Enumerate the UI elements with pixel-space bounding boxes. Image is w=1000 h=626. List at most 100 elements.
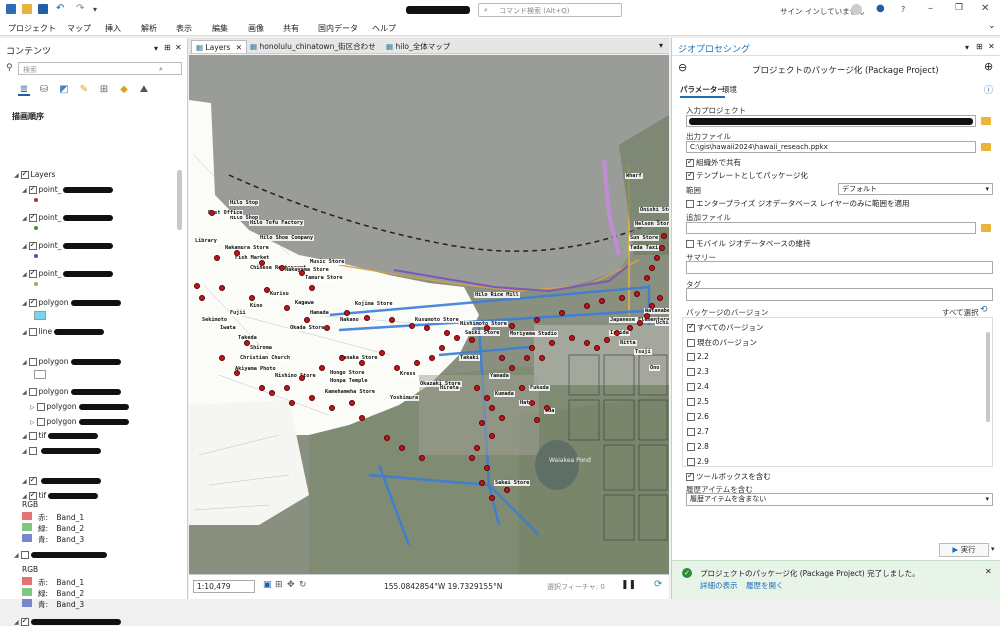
map-point-marker[interactable] <box>284 305 290 311</box>
map-point-marker[interactable] <box>649 265 655 271</box>
version-checkbox[interactable]: すべてのバージョン <box>687 322 764 333</box>
band-color-swatch[interactable] <box>22 577 32 585</box>
redo-icon[interactable]: ↷ <box>76 3 84 14</box>
map-point-marker[interactable] <box>199 295 205 301</box>
map-point-marker[interactable] <box>484 395 490 401</box>
map-point-marker[interactable] <box>324 325 330 331</box>
map-point-marker[interactable] <box>479 420 485 426</box>
rotate-icon[interactable]: ↻ <box>299 580 307 590</box>
checkbox[interactable] <box>687 443 695 451</box>
contents-scrollbar[interactable] <box>177 170 182 230</box>
map-point-marker[interactable] <box>479 480 485 486</box>
version-checkbox[interactable]: 2.4 <box>687 382 709 391</box>
tags-field[interactable] <box>686 288 993 301</box>
selection-icon[interactable]: ◩ <box>58 84 70 96</box>
layer-visibility-checkbox[interactable] <box>28 490 37 500</box>
map-point-marker[interactable] <box>279 265 285 271</box>
close-pane-icon[interactable]: ✕ <box>175 43 182 52</box>
layer-row[interactable]: ◢ tif <box>22 431 99 440</box>
layer-row[interactable]: ▷ polygon <box>30 417 129 426</box>
menu-share[interactable]: 共有 <box>283 23 299 34</box>
map-point-marker[interactable] <box>489 495 495 501</box>
map-point-marker[interactable] <box>499 415 505 421</box>
help-icon[interactable]: ? <box>901 5 905 14</box>
layer-row[interactable]: ◢ point_ <box>22 268 114 278</box>
map-point-marker[interactable] <box>289 400 295 406</box>
extent-select[interactable]: デフォルト ▾ <box>838 183 993 195</box>
run-button[interactable]: ▶ 実行 <box>939 543 989 557</box>
map-point-marker[interactable] <box>659 245 665 251</box>
version-checkbox[interactable]: 2.8 <box>687 442 709 451</box>
pin-icon[interactable]: ⊞ <box>164 43 171 52</box>
map-point-marker[interactable] <box>284 385 290 391</box>
version-checkbox[interactable]: 2.7 <box>687 427 709 436</box>
browse-folder-icon[interactable] <box>981 117 991 125</box>
band-color-swatch[interactable] <box>22 512 32 520</box>
map-point-marker[interactable] <box>544 405 550 411</box>
contents-search-input[interactable]: 検索 ⌕ <box>18 62 182 75</box>
perspective-icon[interactable]: ⛰ <box>138 84 150 96</box>
layer-row[interactable]: ◢ point_ <box>22 212 114 222</box>
map-point-marker[interactable] <box>504 487 510 493</box>
close-window-icon[interactable]: ✕ <box>981 3 989 14</box>
output-file-field[interactable]: C:\gis\hawaii2024\hawaii_reseach.ppkx <box>686 141 976 153</box>
map-point-marker[interactable] <box>484 465 490 471</box>
avatar-icon[interactable] <box>851 4 862 15</box>
menu-help[interactable]: ヘルプ <box>372 23 396 34</box>
band-color-swatch[interactable] <box>22 534 32 542</box>
navigation-icon[interactable]: ✥ <box>287 580 295 590</box>
map-point-marker[interactable] <box>509 365 515 371</box>
snapping-icon[interactable]: ⊞ <box>98 84 110 96</box>
map-point-marker[interactable] <box>549 340 555 346</box>
map-point-marker[interactable] <box>389 317 395 323</box>
map-point-marker[interactable] <box>319 365 325 371</box>
tab-parameters[interactable]: パラメーター <box>680 84 725 98</box>
map-point-marker[interactable] <box>259 260 265 266</box>
map-point-marker[interactable] <box>534 417 540 423</box>
pane-menu-icon[interactable]: ▾ <box>965 43 969 52</box>
layer-visibility-checkbox[interactable] <box>28 297 37 307</box>
map-point-marker[interactable] <box>644 313 650 319</box>
layer-visibility-checkbox[interactable] <box>28 328 37 336</box>
version-list-scrollbar[interactable] <box>986 332 990 422</box>
map-point-marker[interactable] <box>244 340 250 346</box>
map-point-marker[interactable] <box>614 330 620 336</box>
layer-row[interactable]: ◢ point_ <box>22 184 114 194</box>
map-point-marker[interactable] <box>529 345 535 351</box>
layer-row[interactable]: ◢ polygon <box>22 297 121 307</box>
summary-field[interactable] <box>686 261 993 274</box>
data-source-icon[interactable]: ⛁ <box>38 84 50 96</box>
map-point-marker[interactable] <box>344 310 350 316</box>
pause-icon[interactable]: ❚❚ <box>621 580 636 590</box>
map-point-marker[interactable] <box>379 350 385 356</box>
input-project-field[interactable] <box>686 115 976 127</box>
browse-folder-icon[interactable] <box>981 224 991 232</box>
layer-visibility-checkbox[interactable] <box>36 418 45 426</box>
share-outside-checkbox[interactable]: 組織外で共有 <box>686 157 741 168</box>
map-point-marker[interactable] <box>414 360 420 366</box>
additional-files-field[interactable] <box>686 222 976 234</box>
map-point-marker[interactable] <box>219 285 225 291</box>
map-point-marker[interactable] <box>399 445 405 451</box>
grid-icon[interactable]: ⊞ <box>275 580 283 590</box>
map-point-marker[interactable] <box>519 385 525 391</box>
map-point-marker[interactable] <box>569 335 575 341</box>
map-point-marker[interactable] <box>469 337 475 343</box>
map-point-marker[interactable] <box>214 255 220 261</box>
menu-project[interactable]: プロジェクト <box>8 23 56 34</box>
map-point-marker[interactable] <box>409 323 415 329</box>
map-point-marker[interactable] <box>194 283 200 289</box>
reset-icon[interactable]: ⟲ <box>980 305 988 315</box>
checkbox[interactable] <box>687 458 695 466</box>
menu-map[interactable]: マップ <box>67 23 91 34</box>
map-point-marker[interactable] <box>604 337 610 343</box>
layer-visibility-checkbox[interactable] <box>28 475 37 485</box>
map-point-marker[interactable] <box>454 335 460 341</box>
menu-imagery[interactable]: 画像 <box>248 23 264 34</box>
layer-symbol[interactable] <box>34 282 38 286</box>
layer-symbol[interactable] <box>34 370 46 379</box>
map-point-marker[interactable] <box>654 255 660 261</box>
band-color-swatch[interactable] <box>22 588 32 596</box>
map-point-marker[interactable] <box>439 345 445 351</box>
collapse-ribbon-icon[interactable]: ⌄ <box>988 21 996 31</box>
